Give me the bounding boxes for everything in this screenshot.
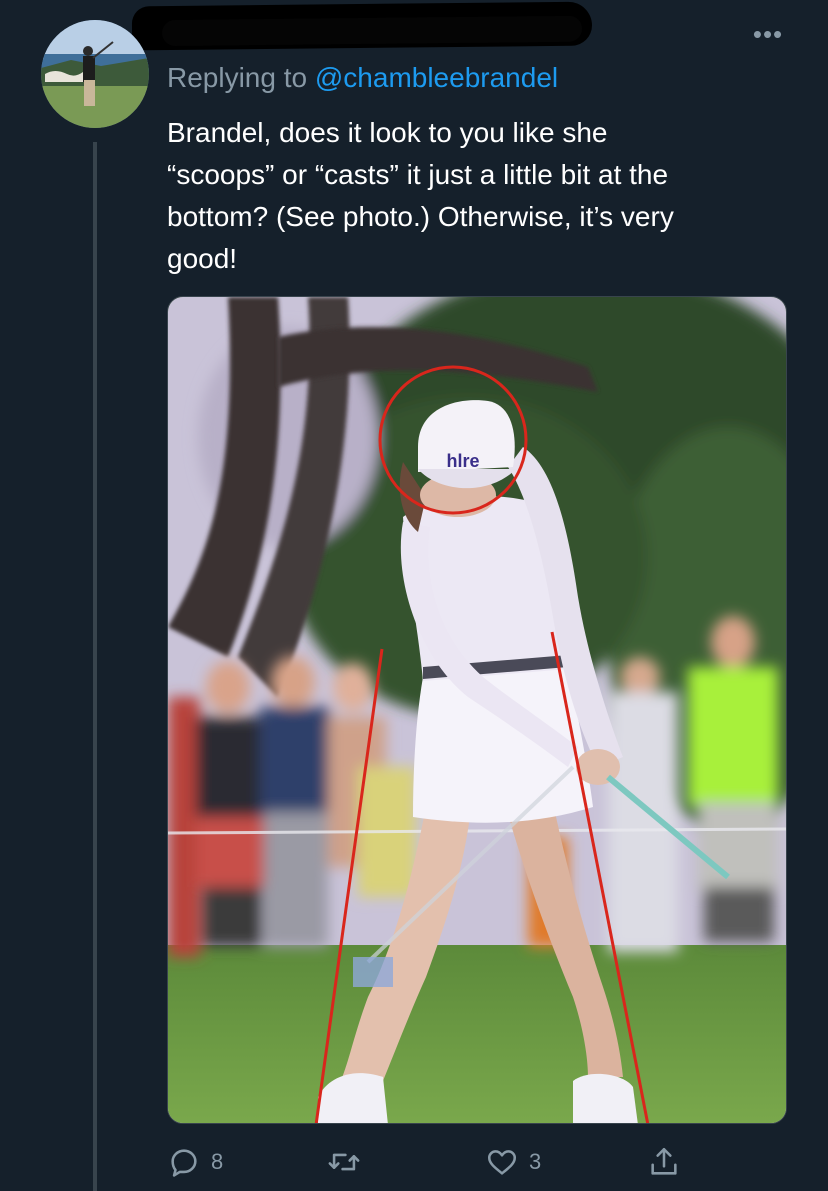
tweet-text-line: good! bbox=[167, 243, 238, 274]
like-count: 3 bbox=[529, 1149, 542, 1174]
replying-to-label: Replying to bbox=[167, 62, 315, 93]
redacted-name-scribble bbox=[131, 1, 593, 51]
tweet-text-line: Brandel, does it look to you like she bbox=[167, 117, 608, 148]
replying-to: Replying to @chambleebrandel bbox=[167, 62, 558, 94]
more-icon[interactable]: ••• bbox=[748, 21, 788, 47]
tweet-text-line: bottom? (See photo.) Otherwise, it’s ver… bbox=[167, 201, 674, 232]
reply-bubble-icon bbox=[171, 1149, 197, 1177]
reply-button[interactable]: 8 bbox=[167, 1140, 223, 1184]
tweet-text: Brandel, does it look to you like she “s… bbox=[167, 112, 807, 280]
reply-handle-link[interactable]: @chambleebrandel bbox=[315, 62, 558, 93]
tweet-photo[interactable]: hlre bbox=[167, 296, 787, 1124]
like-button[interactable]: 3 bbox=[485, 1140, 541, 1184]
cap-logo-text: hlre bbox=[446, 451, 479, 471]
avatar[interactable] bbox=[41, 20, 149, 128]
heart-icon bbox=[487, 1150, 517, 1175]
tweet-actions: 8 3 bbox=[167, 1140, 787, 1184]
share-icon bbox=[651, 1147, 677, 1175]
reply-count: 8 bbox=[211, 1149, 224, 1174]
tweet: ••• Replying to @chambleebrandel Brandel… bbox=[0, 0, 828, 1191]
retweet-button[interactable] bbox=[327, 1140, 371, 1184]
share-button[interactable] bbox=[647, 1140, 681, 1184]
thread-line bbox=[93, 142, 97, 1191]
tweet-text-line: “scoops” or “casts” it just a little bit… bbox=[167, 159, 669, 190]
retweet-icon bbox=[328, 1153, 360, 1171]
